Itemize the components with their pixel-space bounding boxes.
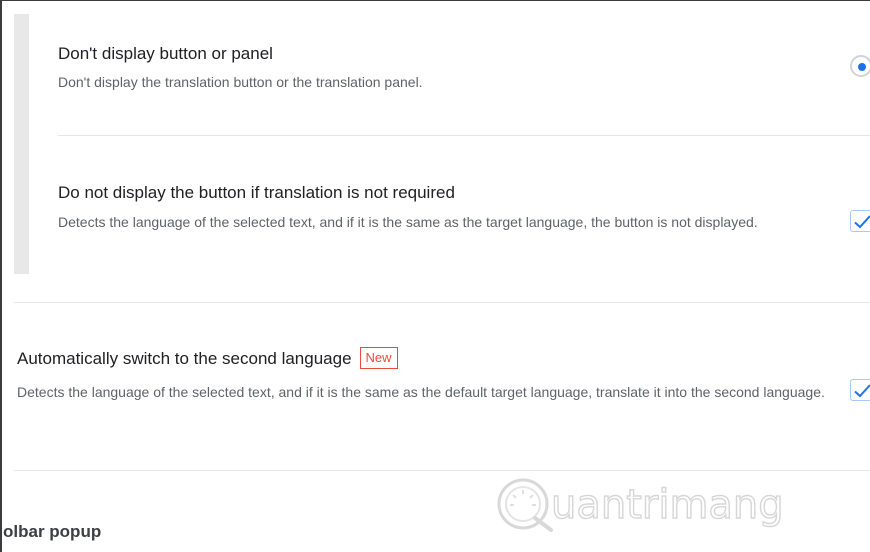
sub-option-indent-bar [14, 14, 29, 274]
option-description: Detects the language of the selected tex… [58, 214, 758, 230]
watermark-logo: uantrimang [497, 478, 784, 532]
option-description: Detects the language of the selected tex… [17, 384, 825, 400]
window-left-border [0, 0, 2, 552]
option-title-row: Automatically switch to the second langu… [17, 347, 398, 369]
new-badge: New [359, 347, 398, 369]
option-checkbox[interactable] [850, 210, 870, 232]
sun-icon [510, 490, 536, 506]
option-radio-button[interactable] [850, 55, 870, 77]
divider [58, 135, 870, 136]
option-title: Don't display button or panel [58, 44, 273, 63]
radio-selected-dot [858, 63, 866, 71]
section-heading-toolbar-popup: olbar popup [3, 522, 102, 541]
checkmark-icon [854, 384, 870, 398]
option-title: Automatically switch to the second langu… [17, 349, 352, 368]
option-checkbox[interactable] [850, 379, 870, 401]
option-title: Do not display the button if translation… [58, 183, 455, 202]
option-description: Don't display the translation button or … [58, 74, 423, 90]
watermark-text: uantrimang [551, 482, 784, 528]
window-top-border [0, 0, 870, 1]
divider [14, 302, 870, 303]
checkmark-icon [854, 215, 870, 229]
